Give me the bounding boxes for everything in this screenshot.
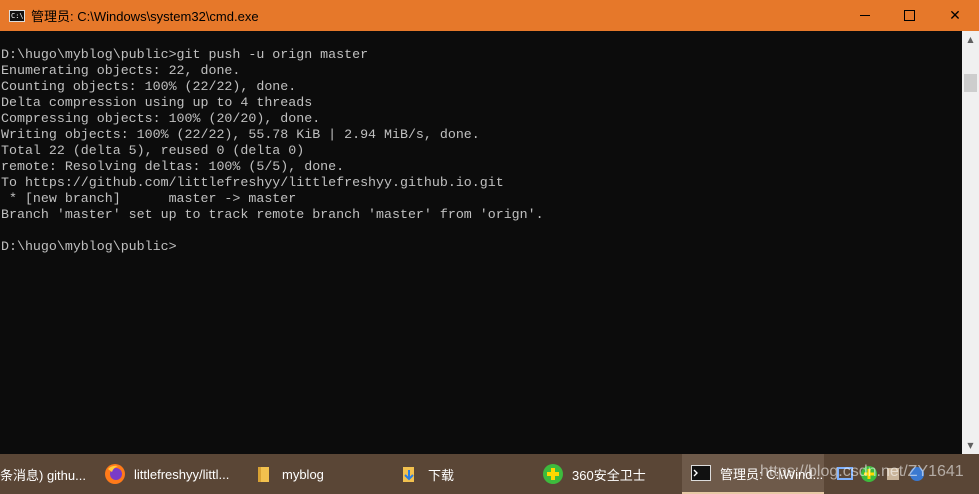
console-line: Branch 'master' set up to track remote b…: [1, 207, 544, 222]
taskbar-item-browser-tab[interactable]: 条消息) githu...: [0, 454, 96, 494]
maximize-icon: [903, 10, 915, 21]
console-line: * [new branch] master -> master: [1, 191, 297, 206]
download-folder-icon: [398, 463, 420, 485]
console-line: Writing objects: 100% (22/22), 55.78 KiB…: [1, 127, 480, 142]
console-line: Delta compression using up to 4 threads: [1, 95, 313, 110]
window-title: 管理员: C:\Windows\system32\cmd.exe: [31, 9, 259, 24]
console-line: Counting objects: 100% (22/22), done.: [1, 79, 297, 94]
taskbar-item-label: 360安全卫士: [572, 467, 646, 483]
watermark: https://blog.csdn.net/ZY1641: [760, 463, 964, 480]
taskbar-item-label: 下载: [428, 467, 455, 483]
taskbar-item-360[interactable]: 360安全卫士: [542, 454, 662, 494]
taskbar-item-label: myblog: [282, 466, 324, 482]
console-output[interactable]: D:\hugo\myblog\public>git push -u orign …: [0, 31, 962, 454]
close-icon: ✕: [949, 7, 961, 24]
taskbar-item-firefox[interactable]: littlefreshyy/littl...: [104, 454, 238, 494]
taskbar-item-myblog[interactable]: myblog: [252, 454, 342, 494]
firefox-icon: [104, 463, 126, 485]
cmd-icon: C:\: [9, 9, 25, 22]
console-line: Total 22 (delta 5), reused 0 (delta 0): [1, 143, 305, 158]
folder-icon: [252, 463, 274, 485]
vertical-scrollbar[interactable]: ▲ ▼: [962, 31, 979, 454]
scroll-thumb[interactable]: [964, 74, 977, 92]
console-line: To https://github.com/littlefreshyy/litt…: [1, 175, 504, 190]
360-security-icon: [542, 463, 564, 485]
maximize-button[interactable]: [886, 0, 932, 31]
console-lines: D:\hugo\myblog\public>git push -u orign …: [1, 47, 544, 255]
taskbar-item-label: 条消息) githu...: [0, 467, 86, 483]
taskbar: 条消息) githu... littlefreshyy/littl... myb…: [0, 454, 979, 494]
minimize-icon: [860, 15, 870, 16]
close-button[interactable]: ✕: [932, 0, 978, 31]
console-line: D:\hugo\myblog\public>: [1, 239, 177, 254]
minimize-button[interactable]: [842, 0, 888, 31]
console-line: Enumerating objects: 22, done.: [1, 63, 241, 78]
console-line: remote: Resolving deltas: 100% (5/5), do…: [1, 159, 345, 174]
scroll-down-arrow[interactable]: ▼: [962, 437, 979, 454]
cmd-icon: [690, 462, 712, 484]
scroll-up-arrow[interactable]: ▲: [962, 31, 979, 48]
taskbar-item-label: littlefreshyy/littl...: [134, 466, 230, 482]
console-line: Compressing objects: 100% (20/20), done.: [1, 111, 321, 126]
console-line: D:\hugo\myblog\public>git push -u orign …: [1, 47, 369, 62]
taskbar-item-downloads[interactable]: 下载: [398, 454, 478, 494]
title-bar[interactable]: C:\ 管理员: C:\Windows\system32\cmd.exe: [0, 0, 979, 31]
